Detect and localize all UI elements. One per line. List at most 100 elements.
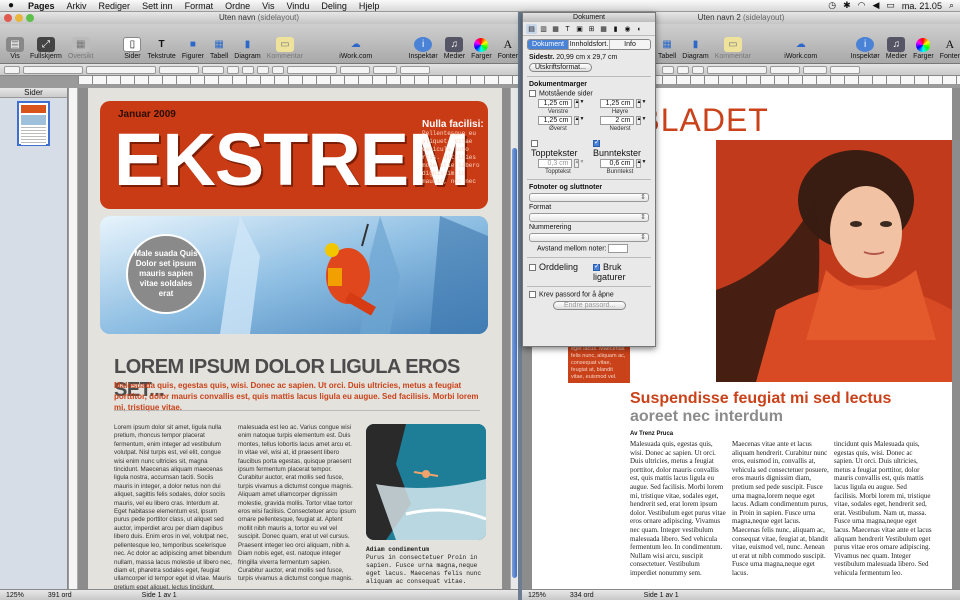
layout-inspector-icon[interactable]: ▥ bbox=[538, 24, 549, 34]
inspector-button[interactable]: i Inspektør bbox=[409, 37, 438, 60]
header-field[interactable]: 0,3 cm ▲▼ bbox=[531, 159, 585, 169]
italic-button[interactable] bbox=[257, 65, 269, 74]
footer-stepper[interactable]: ▲▼ bbox=[635, 159, 646, 169]
font-style-dropdown[interactable] bbox=[159, 65, 199, 74]
textbox-button[interactable]: T Tekstrute bbox=[147, 37, 175, 60]
media-button-2[interactable]: ♫ Medier bbox=[886, 37, 907, 60]
right-margin-field[interactable]: 1,25 cm ▲▼ bbox=[593, 99, 647, 109]
shapes-button[interactable]: ■ Figurer bbox=[182, 37, 204, 60]
left-scrollbar[interactable] bbox=[510, 88, 518, 589]
menu-file[interactable]: Arkiv bbox=[61, 1, 93, 11]
bold-button-2[interactable] bbox=[662, 65, 674, 74]
menu-arrange[interactable]: Ordne bbox=[219, 1, 256, 11]
bold-button[interactable] bbox=[242, 65, 254, 74]
menu-app[interactable]: Pages bbox=[22, 1, 61, 11]
text-color-well[interactable] bbox=[227, 65, 239, 74]
hyphenation-checkbox[interactable] bbox=[529, 264, 536, 272]
columns-dropdown[interactable] bbox=[373, 65, 397, 74]
fonts-button-2[interactable]: A Fonter bbox=[940, 37, 960, 60]
volume-icon[interactable]: ◀ bbox=[872, 0, 879, 11]
portrait-image[interactable] bbox=[716, 140, 952, 382]
battery-icon[interactable]: ▭ bbox=[886, 0, 895, 11]
left-scroll-thumb[interactable] bbox=[512, 148, 517, 578]
note-spacing-field[interactable] bbox=[608, 244, 629, 254]
apple-menu-icon[interactable]: ● bbox=[0, 0, 22, 11]
iwork-button[interactable]: ☁ iWork.com bbox=[339, 37, 372, 60]
align-buttons-2[interactable] bbox=[707, 65, 767, 74]
left-ruler[interactable] bbox=[78, 76, 518, 85]
paragraph-style-dropdown[interactable] bbox=[23, 65, 83, 74]
menu-edit[interactable]: Rediger bbox=[93, 1, 137, 11]
bottom-margin-field[interactable]: 2 cm ▲▼ bbox=[593, 116, 647, 126]
document-inspector-icon[interactable]: ▤ bbox=[526, 24, 537, 34]
numbering-dropdown[interactable] bbox=[529, 233, 649, 243]
chart-inspector-icon[interactable]: ▮ bbox=[610, 24, 621, 34]
align-buttons[interactable] bbox=[287, 65, 337, 74]
font-dropdown[interactable] bbox=[86, 65, 156, 74]
link-inspector-icon[interactable]: ◉ bbox=[622, 24, 633, 34]
overview-button[interactable]: ▦ Oversikt bbox=[68, 37, 94, 60]
metrics-inspector-icon[interactable]: ⊞ bbox=[586, 24, 597, 34]
header-stepper[interactable]: ▲▼ bbox=[573, 159, 584, 169]
zoom-level-2[interactable]: 125% bbox=[528, 592, 546, 599]
password-checkbox[interactable] bbox=[529, 291, 536, 299]
menu-window[interactable]: Vindu bbox=[280, 1, 315, 11]
menu-share[interactable]: Deling bbox=[315, 1, 353, 11]
minimize-icon[interactable] bbox=[15, 14, 23, 22]
italic-button-2[interactable] bbox=[677, 65, 689, 74]
font-size-dropdown[interactable] bbox=[202, 65, 224, 74]
page-setup-button[interactable]: Utskriftsformat... bbox=[529, 63, 592, 72]
zoom-level[interactable]: 125% bbox=[6, 592, 24, 599]
close-icon[interactable] bbox=[4, 14, 12, 22]
inspector-button-2[interactable]: i Inspektør bbox=[851, 37, 880, 60]
wifi-icon[interactable]: ◠ bbox=[858, 0, 866, 11]
left-margin-field[interactable]: 1,25 cm ▲▼ bbox=[531, 99, 585, 109]
left-margin-stepper[interactable]: ▲▼ bbox=[573, 99, 584, 109]
menu-format[interactable]: Format bbox=[179, 1, 220, 11]
comment-button[interactable]: ▭ Kommentar bbox=[267, 37, 303, 60]
chart-button[interactable]: ▮ Diagram bbox=[234, 37, 260, 60]
wrap-inspector-icon[interactable]: ▦ bbox=[550, 24, 561, 34]
menu-insert[interactable]: Sett inn bbox=[136, 1, 179, 11]
colors-button[interactable]: Farger bbox=[471, 38, 492, 60]
top-margin-stepper[interactable]: ▲▼ bbox=[573, 116, 584, 126]
right-margin-stepper[interactable]: ▲▼ bbox=[635, 99, 646, 109]
header-checkbox[interactable] bbox=[531, 140, 538, 148]
text-inspector-icon[interactable]: T bbox=[562, 24, 573, 34]
notes-format-dropdown[interactable] bbox=[529, 213, 649, 223]
footer-field[interactable]: 0,6 cm ▲▼ bbox=[593, 159, 647, 169]
iwork-button-2[interactable]: ☁ iWork.com bbox=[784, 37, 817, 60]
ligatures-checkbox[interactable] bbox=[593, 262, 600, 272]
tab-toc[interactable]: Innholdsfort. bbox=[569, 40, 610, 49]
style-selector[interactable] bbox=[4, 65, 20, 74]
media-button[interactable]: ♫ Medier bbox=[444, 37, 465, 60]
quicktime-inspector-icon[interactable]: ◐ bbox=[634, 24, 645, 34]
pages-button[interactable]: ▯ Sider bbox=[123, 37, 142, 60]
underline-button[interactable] bbox=[272, 65, 284, 74]
vertical-ruler[interactable] bbox=[69, 88, 78, 589]
top-margin-field[interactable]: 1,25 cm ▲▼ bbox=[531, 116, 585, 126]
chart-button-2[interactable]: ▮ Diagram bbox=[682, 37, 708, 60]
clock[interactable]: ma. 21.05 bbox=[902, 1, 942, 11]
menu-view[interactable]: Vis bbox=[256, 1, 280, 11]
colors-button-2[interactable]: Farger bbox=[913, 38, 934, 60]
menu-help[interactable]: Hjelp bbox=[353, 1, 386, 11]
fullscreen-button[interactable]: ⤢ Fullskjerm bbox=[30, 37, 62, 60]
tab-document[interactable]: Dokument bbox=[528, 40, 569, 49]
ice-climber-image[interactable]: Male suada Quis Dolor set ipsum mauris s… bbox=[100, 216, 488, 334]
graphic-inspector-icon[interactable]: ▣ bbox=[574, 24, 585, 34]
columns-dropdown-2[interactable] bbox=[803, 65, 827, 74]
spacing-dropdown-2[interactable] bbox=[770, 65, 800, 74]
footer-checkbox[interactable] bbox=[593, 138, 600, 148]
comment-button-2[interactable]: ▭ Kommentar bbox=[715, 37, 751, 60]
spotlight-icon[interactable]: ⌕ bbox=[949, 0, 954, 11]
tab-info[interactable]: Info bbox=[610, 40, 650, 49]
table-button[interactable]: ▦ Tabell bbox=[210, 37, 228, 60]
underline-button-2[interactable] bbox=[692, 65, 704, 74]
bluetooth-icon[interactable]: ✱ bbox=[843, 0, 851, 11]
masthead-banner[interactable]: Januar 2009 EKSTREM Nulla facilisi: Pell… bbox=[100, 101, 488, 209]
cliff-diver-image[interactable] bbox=[366, 424, 486, 540]
page-thumbnail[interactable] bbox=[17, 101, 50, 146]
table-inspector-icon[interactable]: ▦ bbox=[598, 24, 609, 34]
zoom-icon[interactable] bbox=[26, 14, 34, 22]
